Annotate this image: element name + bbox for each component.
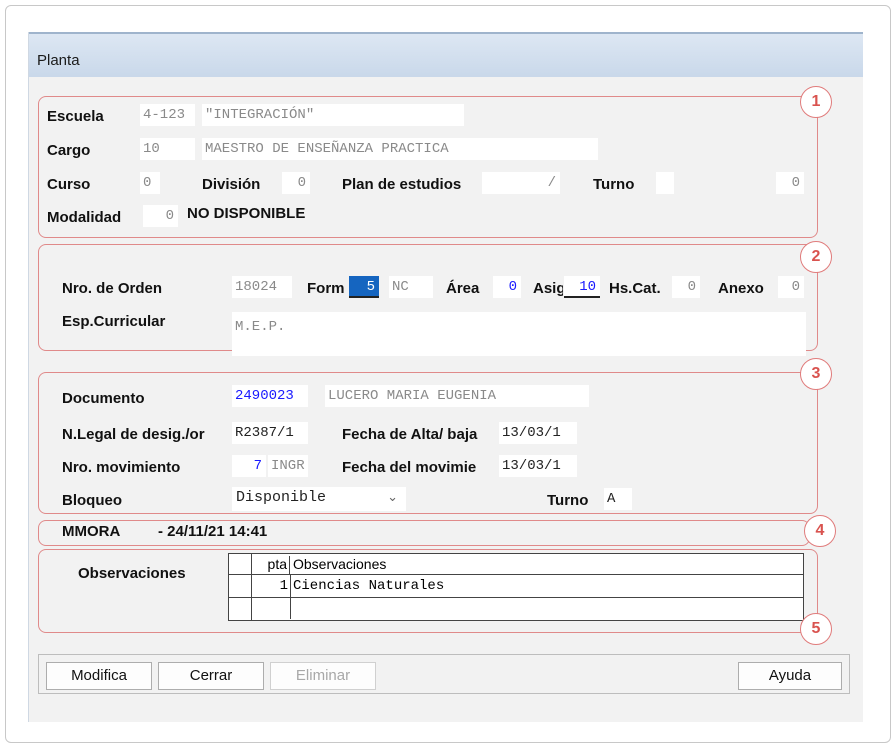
bloqueo-label: Bloqueo (62, 492, 122, 509)
chevron-down-icon: ⌄ (387, 489, 398, 504)
fecha-alta-field[interactable]: 13/03/1 (499, 422, 577, 444)
esp-curricular-label: Esp.Curricular (62, 313, 166, 330)
division-label: División (202, 176, 261, 193)
column-header-pta[interactable]: pta (252, 556, 290, 574)
audit-user: MMORA (62, 523, 121, 540)
ayuda-button[interactable]: Ayuda (738, 662, 842, 690)
nro-orden-label: Nro. de Orden (62, 280, 163, 297)
section-badge-2: 2 (800, 241, 832, 273)
documento-name-field[interactable]: LUCERO MARIA EUGENIA (325, 385, 589, 407)
asig-field[interactable]: 10 (564, 276, 600, 298)
table-row[interactable]: 1 Ciencias Naturales (229, 575, 803, 619)
turno-label: Turno (593, 176, 635, 193)
escuela-code-field[interactable]: 4-123 (140, 104, 195, 126)
nro-orden-field[interactable]: 18024 (232, 276, 292, 298)
modifica-button[interactable]: Modifica (46, 662, 152, 690)
form-field[interactable]: 5 (349, 276, 379, 298)
plan-label: Plan de estudios (342, 176, 462, 193)
bloqueo-turno-label: Turno (547, 492, 589, 509)
bloqueo-turno-field[interactable]: A (604, 488, 632, 510)
anexo-field[interactable]: 0 (778, 276, 804, 298)
cell-pta[interactable]: 1 (252, 578, 290, 594)
row-selector-header (229, 554, 252, 574)
nlegal-field[interactable]: R2387/1 (232, 422, 308, 444)
section-badge-4: 4 (804, 515, 836, 547)
row-selector[interactable] (229, 598, 252, 620)
eliminar-button[interactable]: Eliminar (270, 662, 376, 690)
section-badge-3: 3 (800, 358, 832, 390)
section-audit (38, 520, 810, 546)
bloqueo-select[interactable]: Disponible ⌄ (232, 487, 406, 511)
nlegal-label: N.Legal de desig./or (62, 426, 205, 443)
modalidad-field[interactable]: 0 (143, 205, 178, 227)
nro-movimiento-extra-field[interactable]: INGR (268, 455, 308, 477)
column-header-observaciones[interactable]: Observaciones (293, 556, 386, 572)
asig-label: Asig (533, 280, 563, 297)
row-selector[interactable] (229, 575, 252, 597)
fecha-movimiento-field[interactable]: 13/03/1 (499, 455, 577, 477)
plan-field[interactable]: / (482, 172, 560, 194)
fecha-alta-label: Fecha de Alta/ baja (342, 426, 478, 443)
observaciones-label: Observaciones (78, 565, 186, 582)
title-bar: Planta (29, 32, 863, 77)
bloqueo-select-value: Disponible (236, 489, 327, 506)
cerrar-button[interactable]: Cerrar (158, 662, 264, 690)
documento-label: Documento (62, 390, 145, 407)
cell-observaciones[interactable]: Ciencias Naturales (293, 578, 444, 594)
escuela-label: Escuela (47, 108, 104, 125)
table-header-row: pta Observaciones (229, 554, 803, 575)
cargo-code-field[interactable]: 10 (140, 138, 195, 160)
observaciones-table[interactable]: pta Observaciones 1 Ciencias Naturales (228, 553, 804, 621)
division-field[interactable]: 0 (282, 172, 310, 194)
section-badge-1: 1 (800, 86, 832, 118)
documento-field[interactable]: 2490023 (232, 385, 308, 407)
hscat-field[interactable]: 0 (672, 276, 700, 298)
table-row-empty[interactable] (229, 598, 803, 620)
modalidad-label: Modalidad (47, 209, 122, 226)
fecha-movimiento-label: Fecha del movimie (342, 459, 477, 476)
esp-curricular-field[interactable]: M.E.P. (232, 312, 806, 356)
turno-extra-field[interactable]: 0 (776, 172, 804, 194)
form-extra-field[interactable]: NC (389, 276, 433, 298)
area-label: Área (446, 280, 480, 297)
form-label: Form (307, 280, 345, 297)
window-title: Planta (37, 52, 80, 69)
nro-movimiento-field[interactable]: 7 (232, 455, 266, 477)
section-badge-5: 5 (800, 613, 832, 645)
hscat-label: Hs.Cat. (609, 280, 661, 297)
modalidad-text: NO DISPONIBLE (187, 205, 306, 222)
curso-label: Curso (47, 176, 91, 193)
audit-timestamp: - 24/11/21 14:41 (158, 523, 268, 540)
curso-field[interactable]: 0 (140, 172, 160, 194)
escuela-name-field[interactable]: "INTEGRACIÓN" (202, 104, 464, 126)
turno-field[interactable] (656, 172, 674, 194)
cargo-name-field[interactable]: MAESTRO DE ENSEÑANZA PRACTICA (202, 138, 598, 160)
anexo-label: Anexo (718, 280, 764, 297)
nro-movimiento-label: Nro. movimiento (62, 459, 181, 476)
area-field[interactable]: 0 (493, 276, 521, 298)
cargo-label: Cargo (47, 142, 91, 159)
